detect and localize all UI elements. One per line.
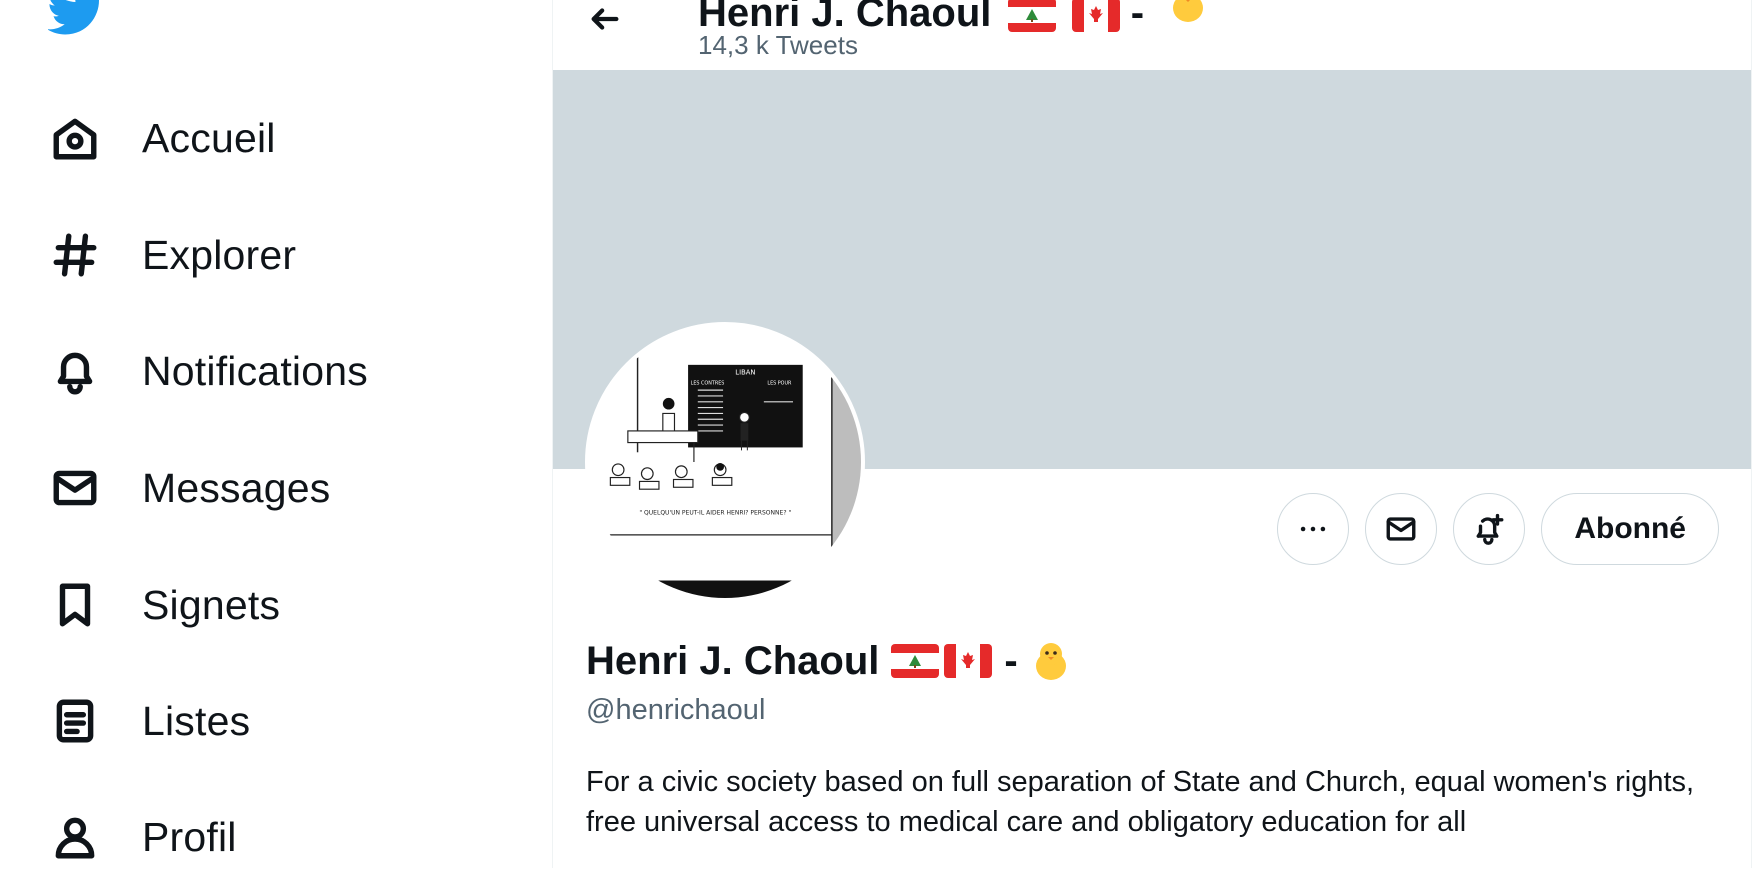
chick-emoji-icon [1028,638,1074,684]
board-col-left: LES CONTRES [691,380,725,386]
profile-bio: For a civic society based on full separa… [586,766,1695,838]
sidebar-item-label: Accueil [142,114,276,161]
sidebar-item-bookmarks[interactable]: Signets [48,570,280,640]
sidebar-item-explore[interactable]: Explorer [48,220,296,290]
sidebar-item-label: Signets [142,581,281,628]
sidebar-item-home[interactable]: Accueil [48,103,276,173]
sidebar-item-label: Notifications [142,347,368,394]
envelope-icon [48,461,102,515]
home-icon [48,111,102,165]
bell-plus-icon [1477,513,1504,545]
notify-button[interactable] [1453,493,1526,565]
profile-column: Henri J. Chaoul - 14,3 k Tweets LIBAN LE… [552,0,1752,868]
sidebar-item-label: Profil [142,813,237,860]
following-button[interactable]: Abonné [1541,493,1719,565]
board-title: LIBAN [735,369,755,377]
sidebar-item-messages[interactable]: Messages [48,453,330,523]
sidebar-item-profile[interactable]: Profil [48,802,237,872]
person-icon [48,810,102,864]
profile-display-name: Henri J. Chaoul - [586,638,1074,684]
sidebar: Accueil Explorer Notifications Messages … [0,0,552,868]
avatar-cartoon-image: LIBAN LES CONTRES LES POUR " QUELQU'UN P… [589,326,861,598]
profile-handle: @henrichaoul [586,694,766,726]
hashtag-icon [48,228,102,282]
arrow-left-icon [591,8,619,30]
more-dots-icon [1301,526,1326,532]
profile-header-bar: Henri J. Chaoul - 14,3 k Tweets [553,0,1751,70]
profile-actions: Abonné [1277,493,1719,565]
bell-icon [48,344,102,398]
message-button[interactable] [1365,493,1438,565]
envelope-icon [1386,517,1416,541]
back-button[interactable] [583,0,627,38]
more-options-button[interactable] [1277,493,1350,565]
display-name-text: Henri J. Chaoul [586,638,880,683]
canada-flag-icon [944,644,993,678]
avatar[interactable]: LIBAN LES CONTRES LES POUR " QUELQU'UN P… [585,322,865,602]
chick-emoji-icon [1165,0,1211,26]
cartoon-caption: " QUELQU'UN PEUT-IL AIDER HENRI? PERSONN… [639,509,791,516]
twitter-logo-icon[interactable] [47,0,106,44]
tweet-count: 14,3 k Tweets [698,30,858,60]
sidebar-item-label: Listes [142,697,251,744]
lebanon-flag-icon [891,644,940,678]
sidebar-item-label: Messages [142,464,331,511]
canada-flag-icon [1071,0,1120,33]
sidebar-item-label: Explorer [142,231,297,278]
header-name-suffix: - [1130,0,1145,35]
sidebar-item-lists[interactable]: Listes [48,686,250,756]
sidebar-item-notifications[interactable]: Notifications [48,336,368,406]
display-name-suffix: - [1004,638,1018,683]
list-icon [48,694,102,748]
board-col-right: LES POUR [767,380,792,386]
lebanon-flag-icon [1007,0,1056,33]
bookmark-icon [48,578,102,632]
